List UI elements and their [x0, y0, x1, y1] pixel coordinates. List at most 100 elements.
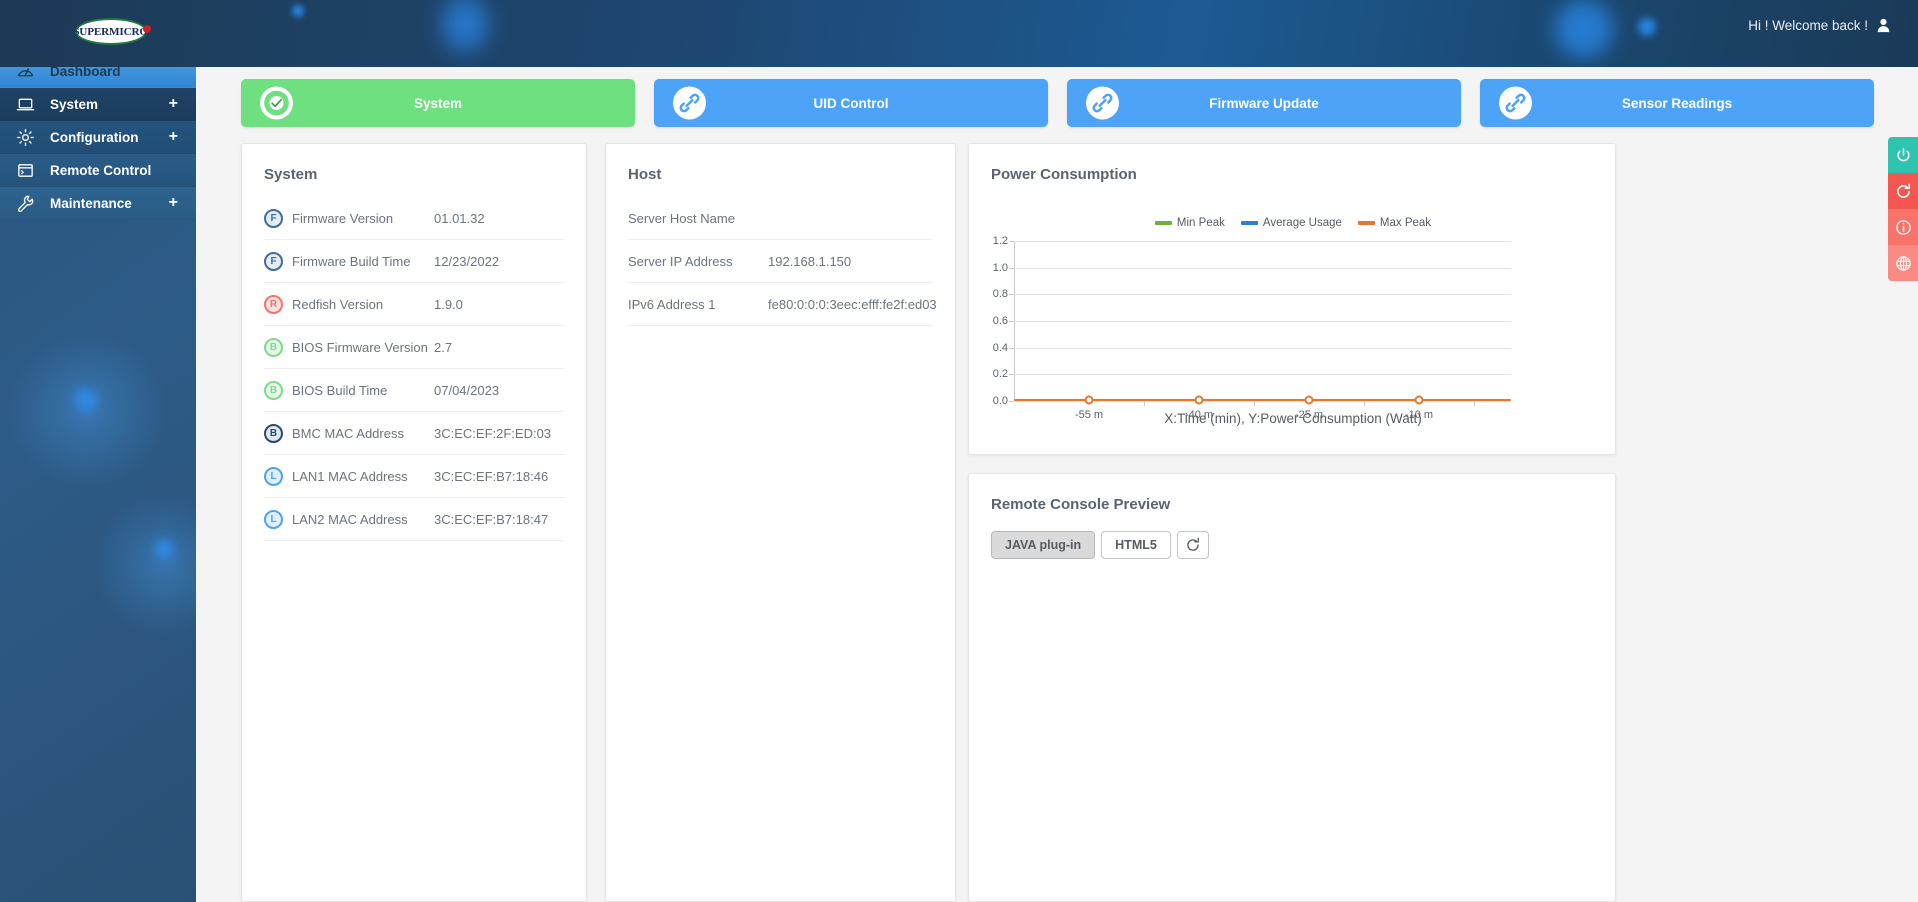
- decorative-glow: [90, 495, 196, 635]
- laptop-icon: [16, 95, 42, 114]
- row-key: BIOS Firmware Version: [292, 340, 428, 355]
- table-row: F Firmware Build Time 12/23/2022: [264, 240, 564, 283]
- tab-uid-control[interactable]: UID Control: [654, 79, 1048, 127]
- reset-button[interactable]: [1888, 173, 1918, 209]
- gridline: 0.8: [1014, 294, 1511, 295]
- expand-plus-icon[interactable]: +: [169, 96, 178, 112]
- row-value: 01.01.32: [434, 211, 564, 226]
- row-value: 192.168.1.150: [768, 254, 851, 269]
- y-tick-label: 0.2: [993, 368, 1008, 380]
- table-row: B BIOS Firmware Version 2.7: [264, 326, 564, 369]
- row-key: LAN2 MAC Address: [292, 512, 408, 527]
- top-header: SUPERMICRO Hi ! Welcome back !: [0, 0, 1918, 67]
- lan-badge-icon: L: [264, 510, 283, 529]
- legend-label: Average Usage: [1263, 217, 1342, 229]
- logo-ellipse: SUPERMICRO: [75, 18, 147, 45]
- decorative-blob: [442, 0, 488, 52]
- host-card: Host Server Host Name Server IP Address …: [605, 143, 956, 902]
- sidebar-item-system[interactable]: System +: [0, 88, 196, 121]
- gridline: 1.2: [1014, 241, 1511, 242]
- remote-console-preview-card: Remote Console Preview JAVA plug-in HTML…: [968, 473, 1616, 902]
- y-tick-label: 0.8: [993, 288, 1008, 300]
- legend-swatch-average-usage: [1241, 221, 1258, 225]
- user-avatar-icon[interactable]: [1876, 18, 1891, 33]
- table-row: Server IP Address 192.168.1.150: [628, 240, 933, 283]
- system-card: System F Firmware Version 01.01.32 F Fir…: [241, 143, 587, 902]
- main-content: System UID Control Firmware Update: [196, 55, 1918, 902]
- row-key: IPv6 Address 1: [628, 297, 768, 312]
- row-key: LAN1 MAC Address: [292, 469, 408, 484]
- legend-swatch-min-peak: [1155, 221, 1172, 225]
- quick-action-tabs: System UID Control Firmware Update: [241, 79, 1874, 127]
- tab-firmware-update[interactable]: Firmware Update: [1067, 79, 1461, 127]
- row-value: 2.7: [434, 340, 564, 355]
- row-key: BIOS Build Time: [292, 383, 387, 398]
- power-control-button[interactable]: [1888, 137, 1918, 173]
- bmc-badge-icon: B: [264, 424, 283, 443]
- data-point[interactable]: [1305, 396, 1314, 405]
- tab-label: Firmware Update: [1209, 96, 1319, 111]
- refresh-button[interactable]: [1177, 531, 1209, 559]
- expand-plus-icon[interactable]: +: [169, 129, 178, 145]
- gear-icon: [16, 128, 42, 147]
- row-key: BMC MAC Address: [292, 426, 404, 441]
- table-row: IPv6 Address 1 fe80:0:0:0:3eec:efff:fe2f…: [628, 283, 933, 326]
- redfish-badge-icon: R: [264, 295, 283, 314]
- row-value: 3C:EC:EF:B7:18:46: [434, 469, 564, 484]
- legend-item[interactable]: Max Peak: [1358, 217, 1431, 229]
- sidebar-item-label: System: [50, 97, 98, 112]
- y-tick-label: 0.4: [993, 342, 1008, 354]
- row-value: 3C:EC:EF:2F:ED:03: [434, 426, 564, 441]
- table-row: L LAN1 MAC Address 3C:EC:EF:B7:18:46: [264, 455, 564, 498]
- row-key: Firmware Version: [292, 211, 393, 226]
- row-value: 3C:EC:EF:B7:18:47: [434, 512, 564, 527]
- expand-plus-icon[interactable]: +: [169, 195, 178, 211]
- link-icon: [1499, 87, 1532, 120]
- chart-legend: Min Peak Average Usage Max Peak: [969, 217, 1617, 229]
- system-info-list: F Firmware Version 01.01.32 F Firmware B…: [242, 197, 586, 541]
- legend-item[interactable]: Min Peak: [1155, 217, 1225, 229]
- link-icon: [673, 87, 706, 120]
- lan-badge-icon: L: [264, 467, 283, 486]
- data-point[interactable]: [1195, 396, 1204, 405]
- welcome-text: Hi ! Welcome back !: [1748, 18, 1868, 33]
- sidebar-item-maintenance[interactable]: Maintenance +: [0, 187, 196, 220]
- firmware-badge-icon: F: [264, 209, 283, 228]
- bios-badge-icon: B: [264, 338, 283, 357]
- y-tick-label: 0.6: [993, 315, 1008, 327]
- table-row: Server Host Name: [628, 197, 933, 240]
- html5-button[interactable]: HTML5: [1101, 531, 1171, 559]
- decorative-blob: [1555, 0, 1613, 58]
- gridline: 0.2: [1014, 374, 1511, 375]
- table-row: R Redfish Version 1.9.0: [264, 283, 564, 326]
- sidebar: Dashboard System + Configuration +: [0, 55, 196, 902]
- sidebar-item-configuration[interactable]: Configuration +: [0, 121, 196, 154]
- wrench-icon: [16, 194, 42, 213]
- supermicro-logo[interactable]: SUPERMICRO: [75, 12, 153, 52]
- table-row: B BMC MAC Address 3C:EC:EF:2F:ED:03: [264, 412, 564, 455]
- sidebar-nav: Dashboard System + Configuration +: [0, 55, 196, 220]
- power-consumption-card: Power Consumption Min Peak Average Usage…: [968, 143, 1616, 455]
- row-value: 12/23/2022: [434, 254, 564, 269]
- tab-label: UID Control: [814, 96, 889, 111]
- tab-system[interactable]: System: [241, 79, 635, 127]
- data-point[interactable]: [1415, 396, 1424, 405]
- tab-label: System: [414, 96, 462, 111]
- sidebar-item-remote-control[interactable]: Remote Control: [0, 154, 196, 187]
- info-button[interactable]: [1888, 209, 1918, 245]
- tab-sensor-readings[interactable]: Sensor Readings: [1480, 79, 1874, 127]
- tab-label: Sensor Readings: [1622, 96, 1732, 111]
- table-row: F Firmware Version 01.01.32: [264, 197, 564, 240]
- welcome-area[interactable]: Hi ! Welcome back !: [1748, 18, 1891, 33]
- row-key: Server IP Address: [628, 254, 768, 269]
- data-point[interactable]: [1085, 396, 1094, 405]
- reset-icon: [1895, 183, 1912, 200]
- legend-item[interactable]: Average Usage: [1241, 217, 1342, 229]
- info-icon: [1895, 219, 1912, 236]
- y-tick-label: 1.2: [993, 235, 1008, 247]
- host-info-list: Server Host Name Server IP Address 192.1…: [606, 197, 955, 326]
- table-row: L LAN2 MAC Address 3C:EC:EF:B7:18:47: [264, 498, 564, 541]
- logo-red-dot: [143, 25, 151, 33]
- globe-button[interactable]: [1888, 245, 1918, 281]
- java-plugin-button[interactable]: JAVA plug-in: [991, 531, 1095, 559]
